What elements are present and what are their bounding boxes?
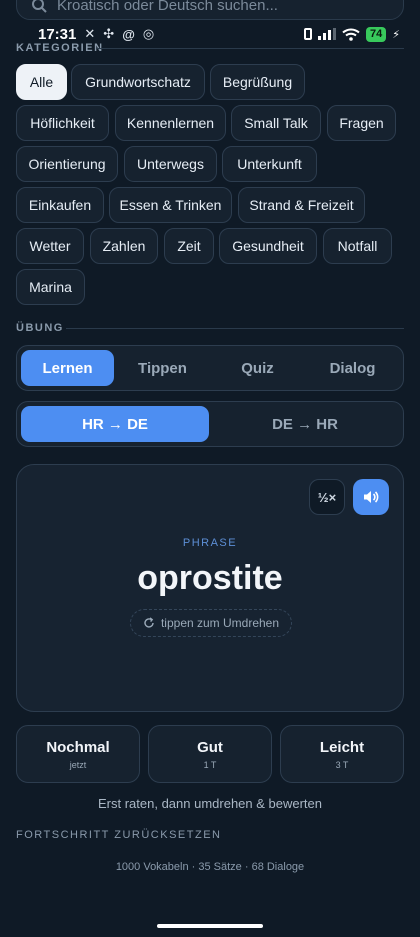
search-input[interactable]: Kroatisch oder Deutsch suchen...	[16, 0, 404, 20]
direction-selector: HR → DE DE → HR	[16, 401, 404, 447]
rate-easy-label: Leicht	[319, 738, 365, 756]
exercise-heading: ÜBUNG	[16, 322, 64, 334]
category-chip-notfall[interactable]: Notfall	[323, 228, 392, 264]
category-chip-alle[interactable]: Alle	[16, 64, 67, 100]
mode-tab-tippen[interactable]: Tippen	[116, 350, 209, 386]
category-chip-orientierung[interactable]: Orientierung	[16, 146, 118, 182]
search-placeholder: Kroatisch oder Deutsch suchen...	[57, 0, 278, 14]
rate-easy-button[interactable]: Leicht 3 T	[280, 725, 404, 783]
category-chip-grundwortschatz[interactable]: Grundwortschatz	[71, 64, 205, 100]
category-chip-essen-trinken[interactable]: Essen & Trinken	[109, 187, 232, 223]
category-chip-kennenlernen[interactable]: Kennenlernen	[115, 105, 226, 141]
rate-again-label: Nochmal	[46, 738, 110, 756]
home-indicator	[157, 924, 263, 928]
card-word: oprostite	[137, 559, 283, 597]
refresh-icon	[144, 617, 154, 628]
categories-divider	[96, 48, 404, 49]
direction-de-hr[interactable]: DE → HR	[211, 406, 399, 442]
footer-stats: 1000 Vokabeln · 35 Sätze · 68 Dialoge	[115, 861, 305, 873]
category-chip-strand-freizeit[interactable]: Strand & Freizeit	[238, 187, 365, 223]
battery-indicator: 74	[366, 26, 387, 42]
charging-icon: ⚡	[392, 28, 400, 41]
playback-speed-button[interactable]: ½×	[309, 479, 345, 515]
spiral-icon: ◎	[142, 26, 155, 41]
category-chip-gesundheit[interactable]: Gesundheit	[219, 228, 317, 264]
instruction-text: Erst raten, dann umdrehen & bewerten	[97, 796, 323, 811]
category-chip-zahlen[interactable]: Zahlen	[90, 228, 158, 264]
flip-hint[interactable]: tippen zum Umdrehen	[130, 609, 292, 637]
card-type-label: PHRASE	[182, 537, 238, 549]
reset-progress-button[interactable]: FORTSCHRITT ZURÜCKSETZEN	[16, 829, 222, 841]
rate-good-label: Gut	[197, 738, 223, 756]
vibrate-icon	[304, 28, 313, 40]
status-time: 17:31	[38, 25, 77, 43]
flip-hint-label: tippen zum Umdrehen	[160, 616, 280, 630]
pinwheel-icon: ✣	[103, 26, 115, 41]
mode-tab-lernen[interactable]: Lernen	[21, 350, 114, 386]
mode-tab-dialog[interactable]: Dialog	[306, 350, 399, 386]
rate-again-interval: jetzt	[69, 759, 87, 770]
categories-heading: KATEGORIEN	[16, 42, 104, 54]
category-chip-unterkunft[interactable]: Unterkunft	[222, 146, 317, 182]
category-chip-hoeflichkeit[interactable]: Höflichkeit	[16, 105, 109, 141]
category-chip-fragen[interactable]: Fragen	[327, 105, 396, 141]
rate-good-interval: 1 T	[203, 759, 217, 770]
audio-button[interactable]	[353, 479, 389, 515]
exercise-divider	[66, 328, 404, 329]
category-chip-einkaufen[interactable]: Einkaufen	[16, 187, 104, 223]
speaker-icon	[364, 491, 379, 503]
category-chip-marina[interactable]: Marina	[16, 269, 85, 305]
x-app-icon: ✕	[84, 26, 96, 41]
category-chip-zeit[interactable]: Zeit	[164, 228, 214, 264]
rate-good-button[interactable]: Gut 1 T	[148, 725, 272, 783]
search-icon	[32, 0, 47, 13]
category-chip-unterwegs[interactable]: Unterwegs	[124, 146, 217, 182]
rate-again-button[interactable]: Nochmal jetzt	[16, 725, 140, 783]
direction-hr-de[interactable]: HR → DE	[21, 406, 209, 442]
mode-tab-quiz[interactable]: Quiz	[211, 350, 304, 386]
flashcard[interactable]: ½× PHRASE oprostite tippen zum Umdrehen	[16, 464, 404, 712]
rate-easy-interval: 3 T	[335, 759, 349, 770]
cellular-signal-icon	[318, 28, 337, 40]
wifi-icon	[342, 28, 360, 41]
threads-icon: @	[122, 26, 135, 42]
category-chip-wetter[interactable]: Wetter	[16, 228, 84, 264]
category-chip-small-talk[interactable]: Small Talk	[231, 105, 321, 141]
category-chip-begruessung[interactable]: Begrüßung	[210, 64, 305, 100]
mode-selector: Lernen Tippen Quiz Dialog	[16, 345, 404, 391]
